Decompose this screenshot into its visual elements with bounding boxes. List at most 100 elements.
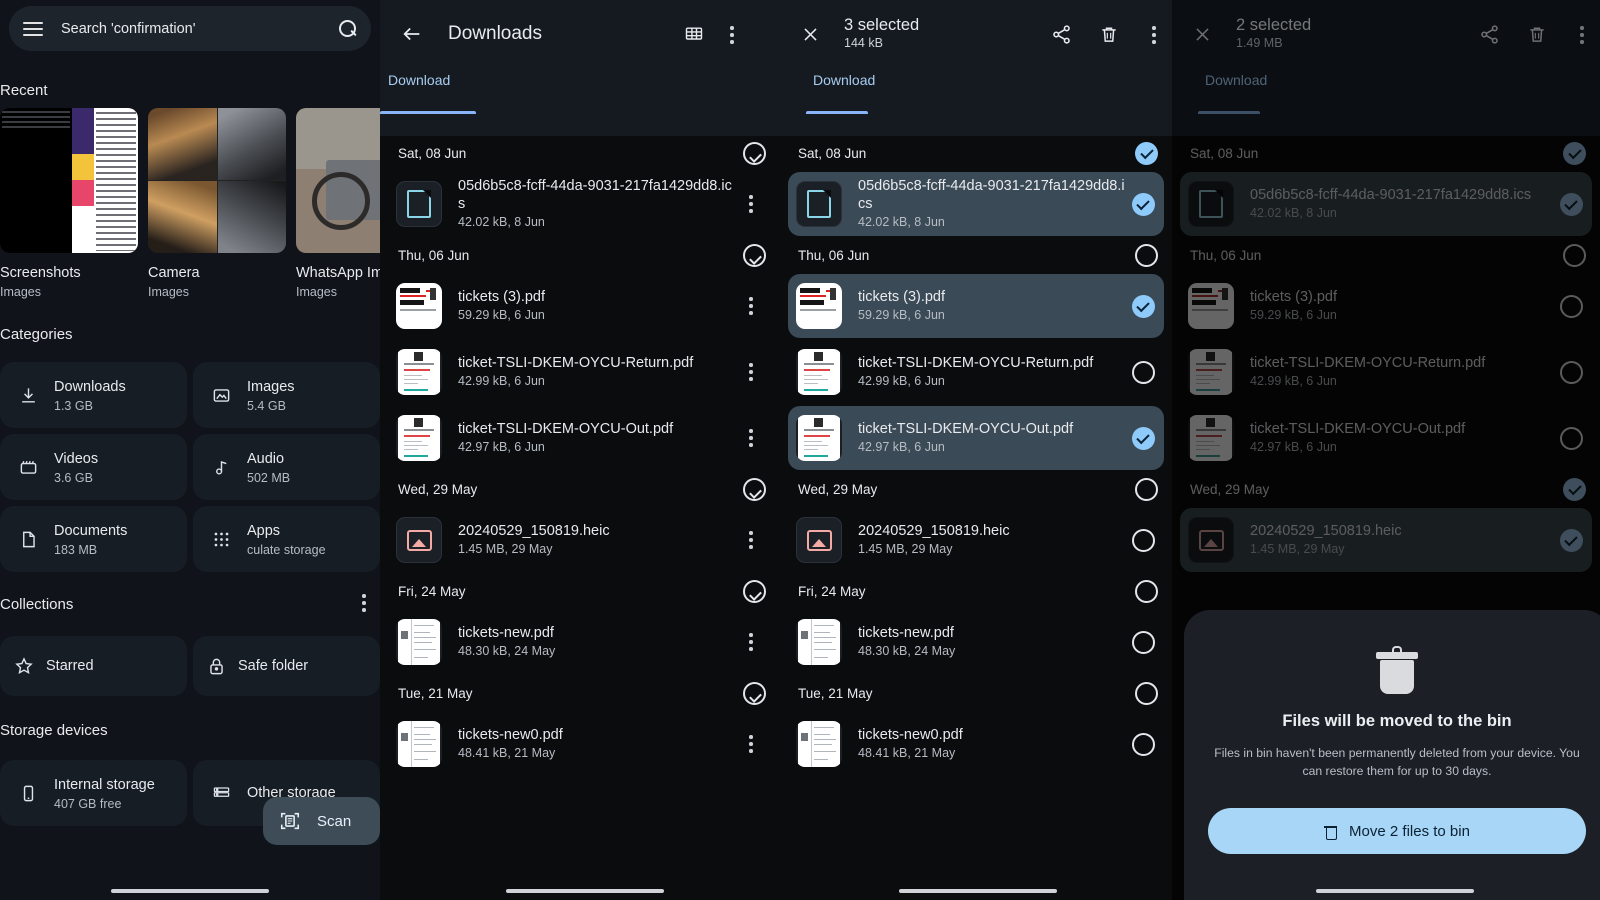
file-row[interactable]: tickets-new0.pdf 48.41 kB, 21 May (788, 712, 1164, 776)
select-all-date-icon[interactable] (743, 477, 766, 501)
selection-overflow-kebab-icon[interactable] (1152, 26, 1156, 44)
date-checkbox-unchecked[interactable] (1135, 477, 1158, 501)
selection-overflow-kebab-icon[interactable] (1580, 26, 1584, 44)
select-all-date-icon[interactable] (743, 141, 766, 165)
file-row[interactable]: 20240529_150819.heic 1.45 MB, 29 May (388, 508, 772, 572)
file-checkbox-unchecked[interactable] (1131, 732, 1155, 756)
date-checkbox-unchecked[interactable] (1135, 681, 1158, 705)
storage-size: 407 GB free (54, 796, 122, 811)
select-all-date-icon[interactable] (743, 681, 766, 705)
file-row: ticket-TSLI-DKEM-OYCU-Out.pdf 42.97 kB, … (1180, 406, 1592, 470)
date-checkbox-unchecked[interactable] (1135, 243, 1158, 267)
nav-gesture-pill[interactable] (899, 889, 1057, 893)
file-checkbox-unchecked[interactable] (1131, 630, 1155, 654)
file-row[interactable]: ticket-TSLI-DKEM-OYCU-Out.pdf 42.97 kB, … (788, 406, 1164, 470)
file-name: tickets (3).pdf (1250, 288, 1338, 305)
file-name: 20240529_150819.heic (858, 522, 1010, 539)
browse-file-list[interactable]: Sat, 08 Jun 05d6b5c8-fcff-44da-9031-217f… (380, 136, 780, 900)
tab-download[interactable]: Download (388, 68, 450, 88)
category-images[interactable]: Images 5.4 GB (193, 362, 380, 428)
collection-safe-folder[interactable]: Safe folder (193, 636, 380, 696)
nav-gesture-pill[interactable] (506, 889, 664, 893)
tab-download[interactable]: Download (1205, 68, 1267, 88)
file-overflow-kebab-icon[interactable] (749, 297, 753, 315)
file-checkbox-checked[interactable] (1131, 192, 1155, 216)
category-documents[interactable]: Documents 183 MB (0, 506, 187, 572)
category-size: 183 MB (54, 542, 98, 557)
browse-overflow-kebab-icon[interactable] (730, 26, 734, 44)
file-checkbox-checked[interactable] (1131, 294, 1155, 318)
tab-active-underline (1198, 111, 1260, 114)
nav-gesture-pill[interactable] (111, 889, 269, 893)
hamburger-icon[interactable] (23, 21, 43, 36)
close-icon[interactable] (1182, 25, 1222, 44)
file-checkbox-unchecked[interactable] (1131, 360, 1155, 384)
search-bar[interactable]: Search 'confirmation' (9, 6, 371, 51)
file-overflow-kebab-icon[interactable] (749, 735, 753, 753)
date-checkbox-unchecked[interactable] (1135, 579, 1158, 603)
file-checkbox-checked[interactable] (1131, 426, 1155, 450)
back-arrow-icon[interactable] (390, 23, 434, 45)
categories-heading: Categories (0, 326, 73, 343)
selection-file-list[interactable]: Sat, 08 Jun 05d6b5c8-fcff-44da-9031-217f… (780, 136, 1172, 900)
recent-card-screenshots[interactable]: Screenshots Images (0, 108, 138, 299)
collections-overflow-kebab-icon[interactable] (362, 594, 366, 612)
file-meta: 42.02 kB, 8 Jun (1250, 206, 1337, 221)
category-apps[interactable]: Apps culate storage (193, 506, 380, 572)
file-row[interactable]: 05d6b5c8-fcff-44da-9031-217fa1429dd8.ics… (388, 172, 772, 236)
nav-gesture-pill[interactable] (1316, 889, 1474, 893)
file-row[interactable]: ticket-TSLI-DKEM-OYCU-Return.pdf 42.99 k… (788, 340, 1164, 404)
category-downloads[interactable]: Downloads 1.3 GB (0, 362, 187, 428)
video-icon (14, 458, 42, 477)
collection-starred[interactable]: Starred (0, 636, 187, 696)
file-row[interactable]: tickets-new.pdf 48.30 kB, 24 May (788, 610, 1164, 674)
category-label: Videos (54, 450, 99, 467)
search-input[interactable]: Search 'confirmation' (61, 21, 339, 37)
file-row[interactable]: 05d6b5c8-fcff-44da-9031-217fa1429dd8.ics… (788, 172, 1164, 236)
file-overflow-kebab-icon[interactable] (749, 531, 753, 549)
browse-top-area: Downloads Download (380, 0, 780, 136)
recent-card-whatsapp-images[interactable]: WhatsApp Images Images (296, 108, 380, 299)
date-checkbox-checked[interactable] (1135, 141, 1158, 165)
file-overflow-kebab-icon[interactable] (749, 363, 753, 381)
file-meta: 1.45 MB, 29 May (858, 542, 953, 557)
share-icon[interactable] (1479, 24, 1500, 45)
file-overflow-kebab-icon[interactable] (749, 195, 753, 213)
file-row[interactable]: tickets-new.pdf 48.30 kB, 24 May (388, 610, 772, 674)
file-row[interactable]: ticket-TSLI-DKEM-OYCU-Out.pdf 42.97 kB, … (388, 406, 772, 470)
file-name: 05d6b5c8-fcff-44da-9031-217fa1429dd8.ics (458, 177, 732, 212)
file-row[interactable]: tickets (3).pdf 59.29 kB, 6 Jun (788, 274, 1164, 338)
grid-view-icon[interactable] (684, 24, 704, 44)
tab-download[interactable]: Download (813, 68, 875, 88)
file-checkbox-unchecked[interactable] (1131, 528, 1155, 552)
category-audio[interactable]: Audio 502 MB (193, 434, 380, 500)
selection-size: 1.49 MB (1236, 36, 1283, 51)
move-to-bin-button[interactable]: Move 2 files to bin (1208, 808, 1586, 855)
search-icon[interactable] (339, 19, 357, 38)
file-row[interactable]: tickets (3).pdf 59.29 kB, 6 Jun (388, 274, 772, 338)
music-note-icon (207, 458, 235, 477)
file-row[interactable]: 20240529_150819.heic 1.45 MB, 29 May (788, 508, 1164, 572)
file-row[interactable]: ticket-TSLI-DKEM-OYCU-Return.pdf 42.99 k… (388, 340, 772, 404)
file-checkbox-unchecked (1559, 360, 1583, 384)
file-overflow-kebab-icon[interactable] (749, 429, 753, 447)
category-size: culate storage (247, 542, 326, 557)
storage-internal[interactable]: Internal storage 407 GB free (0, 760, 187, 826)
file-meta: 42.99 kB, 6 Jun (858, 374, 945, 389)
recent-card-camera[interactable]: Camera Images (148, 108, 286, 299)
file-row[interactable]: tickets-new0.pdf 48.41 kB, 21 May (388, 712, 772, 776)
trash-icon[interactable] (1099, 24, 1119, 45)
category-videos[interactable]: Videos 3.6 GB (0, 434, 187, 500)
close-icon[interactable] (790, 25, 830, 44)
star-icon (14, 656, 34, 676)
selection-count: 3 selected (844, 15, 920, 34)
select-all-date-icon[interactable] (743, 579, 766, 603)
trash-icon[interactable] (1527, 24, 1547, 45)
scan-fab-button[interactable]: Scan (263, 797, 380, 845)
file-meta: 42.02 kB, 8 Jun (858, 215, 945, 230)
select-all-date-icon[interactable] (743, 243, 766, 267)
file-meta: 48.41 kB, 21 May (858, 746, 956, 761)
share-icon[interactable] (1051, 24, 1072, 45)
recent-thumbnail (296, 108, 380, 253)
file-overflow-kebab-icon[interactable] (749, 633, 753, 651)
